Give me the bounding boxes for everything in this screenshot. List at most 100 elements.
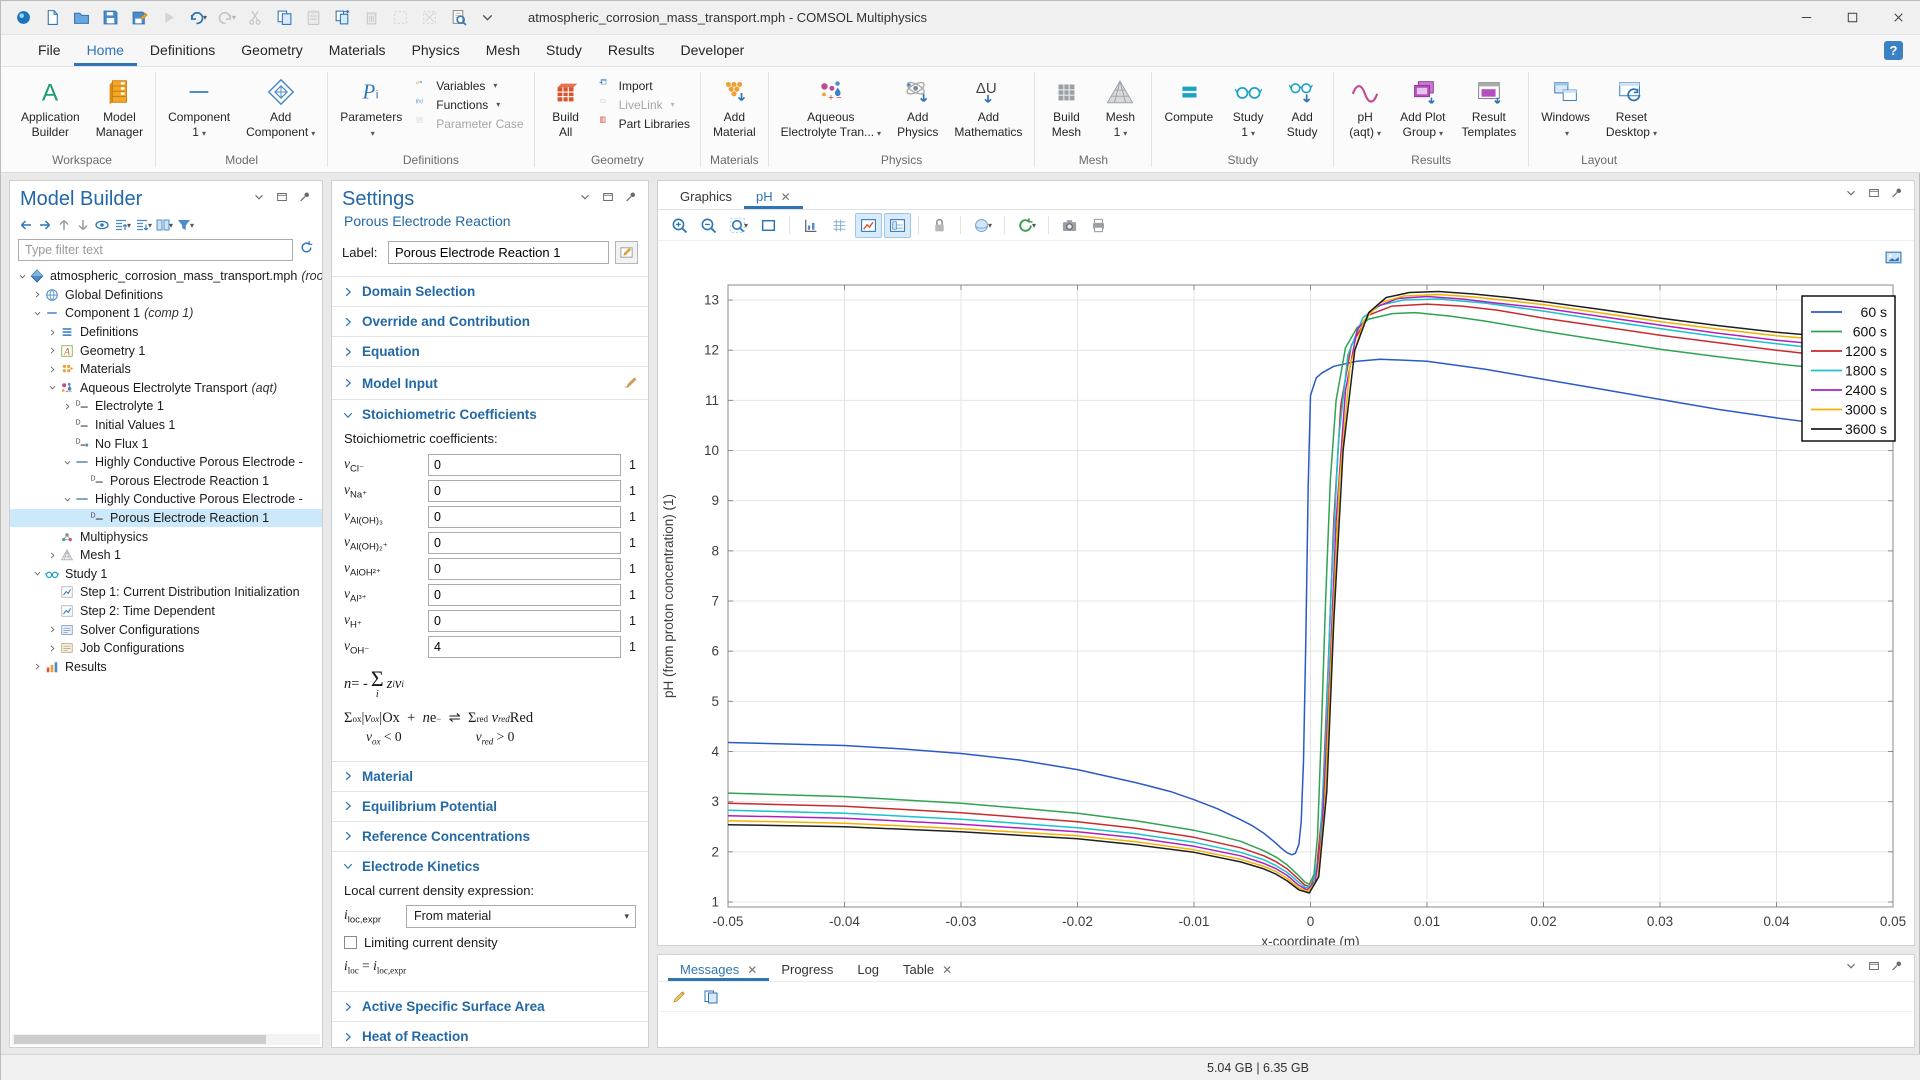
section-header[interactable]: Model Input (332, 367, 648, 399)
tab-log[interactable]: Log (845, 955, 891, 981)
save-button[interactable] (98, 5, 123, 30)
clear-messages-button[interactable] (666, 985, 692, 1009)
section-header[interactable]: Heat of Reaction (332, 1022, 648, 1048)
panel-chevron-down-button[interactable] (1844, 959, 1858, 978)
tree-item[interactable]: DElectrolyte 1 (10, 397, 322, 416)
tree-filter-input[interactable] (18, 239, 293, 261)
coefficient-input-Al(OH)₂⁺[interactable] (428, 532, 621, 554)
tree-item[interactable]: Mesh 1 (10, 546, 322, 565)
tree-item[interactable]: Definitions (10, 323, 322, 342)
new-file-button[interactable] (40, 5, 65, 30)
tree-item[interactable]: AGeometry 1 (10, 341, 322, 360)
paintbrush-button[interactable] (623, 374, 638, 392)
collapse-arrow-icon[interactable] (61, 495, 74, 504)
expand-arrow-icon[interactable] (46, 328, 59, 337)
section-header[interactable]: Equation (332, 337, 648, 366)
model-manager-button[interactable]: ModelManager (88, 72, 151, 141)
parameter-case-button[interactable]: PiParameter Case (416, 116, 523, 131)
compute-button[interactable]: Compute (1156, 72, 1221, 127)
tab-close-icon[interactable]: ✕ (942, 963, 952, 977)
aqueous-electrolyte-button[interactable]: + −AqueousElectrolyte Tran...▾ (773, 72, 889, 143)
tree-item[interactable]: Study 1 (10, 565, 322, 584)
plot-canvas[interactable]: -0.05-0.04-0.03-0.02-0.0100.010.020.030.… (658, 241, 1914, 945)
study-1-button[interactable]: Study1▾ (1221, 72, 1275, 143)
functions-button[interactable]: f(x)Functions▾ (416, 97, 523, 112)
tab-progress[interactable]: Progress (769, 955, 845, 981)
part-libraries-button[interactable]: Part Libraries (599, 116, 690, 131)
collapse-expand-button[interactable]: ▾ (113, 217, 131, 233)
tree-columns-button[interactable]: ▾ (155, 217, 173, 233)
tree-item[interactable]: DPorous Electrode Reaction 1 (10, 509, 322, 528)
tree-item[interactable]: atmospheric_corrosion_mass_transport.mph… (10, 267, 322, 286)
coefficient-input-H⁺[interactable] (428, 610, 621, 632)
zoom-extents-button[interactable]: ▾ (724, 213, 753, 238)
coefficient-input-OH⁻[interactable] (428, 636, 621, 658)
expand-arrow-icon[interactable] (46, 625, 59, 634)
menu-item-developer[interactable]: Developer (668, 35, 758, 66)
section-header[interactable]: Stoichiometric Coefficients (332, 400, 648, 429)
show-button[interactable] (94, 217, 110, 233)
limiting-current-checkbox[interactable] (344, 936, 357, 949)
forward-button[interactable] (37, 217, 53, 233)
menu-item-results[interactable]: Results (595, 35, 668, 66)
section-header[interactable]: Domain Selection (332, 277, 648, 306)
undo-button[interactable]: ▾ (185, 5, 210, 30)
menu-item-home[interactable]: Home (74, 35, 137, 66)
menu-item-file[interactable]: File (25, 35, 74, 66)
tab-graphics[interactable]: Graphics (668, 181, 744, 209)
build-mesh-button[interactable]: BuildMesh (1039, 72, 1093, 141)
collapse-arrow-icon[interactable] (31, 569, 44, 578)
add-study-button[interactable]: AddStudy (1275, 72, 1329, 141)
add-material-button[interactable]: AddMaterial (705, 72, 764, 141)
build-all-button[interactable]: BuildAll (539, 72, 593, 141)
reset-desktop-button[interactable]: ResetDesktop▾ (1598, 72, 1665, 143)
panel-pin-button[interactable] (1890, 959, 1904, 978)
save-as-button[interactable] (127, 5, 152, 30)
import-button[interactable]: Import (599, 78, 690, 93)
copy-text-button[interactable] (698, 985, 724, 1009)
label-input[interactable] (388, 241, 609, 264)
tree-item[interactable]: Job Configurations (10, 639, 322, 658)
collapse-arrow-icon[interactable] (46, 383, 59, 392)
expand-levels-button[interactable]: ▾ (134, 217, 152, 233)
find-button[interactable] (446, 5, 471, 30)
coefficient-input-AlOH²⁺[interactable] (428, 558, 621, 580)
zoom-out-button[interactable] (695, 213, 722, 238)
add-physics-button[interactable]: AddPhysics (889, 72, 946, 141)
maximize-button[interactable] (1829, 1, 1875, 34)
tree-item[interactable]: Highly Conductive Porous Electrode - (10, 453, 322, 472)
scrollbar-thumb[interactable] (14, 1035, 266, 1044)
filter-button[interactable]: ▾ (176, 217, 194, 233)
collapse-arrow-icon[interactable] (16, 272, 29, 281)
quickbar-overflow-button[interactable] (475, 5, 500, 30)
windows-button[interactable]: Windows▾ (1533, 72, 1598, 143)
tree-item[interactable]: Component 1(comp 1) (10, 304, 322, 323)
tree-item[interactable]: Global Definitions (10, 286, 322, 305)
tree-item[interactable]: DNo Flux 1 (10, 434, 322, 453)
copy-button[interactable] (272, 5, 297, 30)
tree-item[interactable]: DPorous Electrode Reaction 1 (10, 472, 322, 491)
comsol-logo-button[interactable] (11, 5, 36, 30)
ph-plot-button[interactable]: pH(aqt)▾ (1338, 72, 1392, 143)
expand-arrow-icon[interactable] (46, 551, 59, 560)
tree-item[interactable]: Materials (10, 360, 322, 379)
minimize-button[interactable] (1783, 1, 1829, 34)
update-plot-button[interactable]: ▾ (1012, 213, 1041, 238)
menu-item-materials[interactable]: Materials (316, 35, 399, 66)
panel-chevron-down-button[interactable] (1844, 186, 1858, 205)
expand-arrow-icon[interactable] (61, 402, 74, 411)
grid-lines-button[interactable] (826, 213, 853, 238)
coefficient-input-Cl⁻[interactable] (428, 454, 621, 476)
section-header[interactable]: Material (332, 762, 648, 791)
coefficient-input-Al(OH)₃[interactable] (428, 506, 621, 528)
mesh-1-button[interactable]: Mesh1▾ (1093, 72, 1147, 143)
zoom-box-button[interactable] (755, 213, 782, 238)
panel-pin-button[interactable] (624, 190, 638, 209)
help-button[interactable]: ? (1884, 41, 1903, 60)
component-button[interactable]: Component1▾ (160, 72, 238, 143)
livelink-button[interactable]: LiveLink▾ (599, 97, 690, 112)
menu-item-mesh[interactable]: Mesh (473, 35, 533, 66)
section-header[interactable]: Override and Contribution (332, 307, 648, 336)
move-down-button[interactable] (75, 217, 91, 233)
collapse-arrow-icon[interactable] (31, 309, 44, 318)
